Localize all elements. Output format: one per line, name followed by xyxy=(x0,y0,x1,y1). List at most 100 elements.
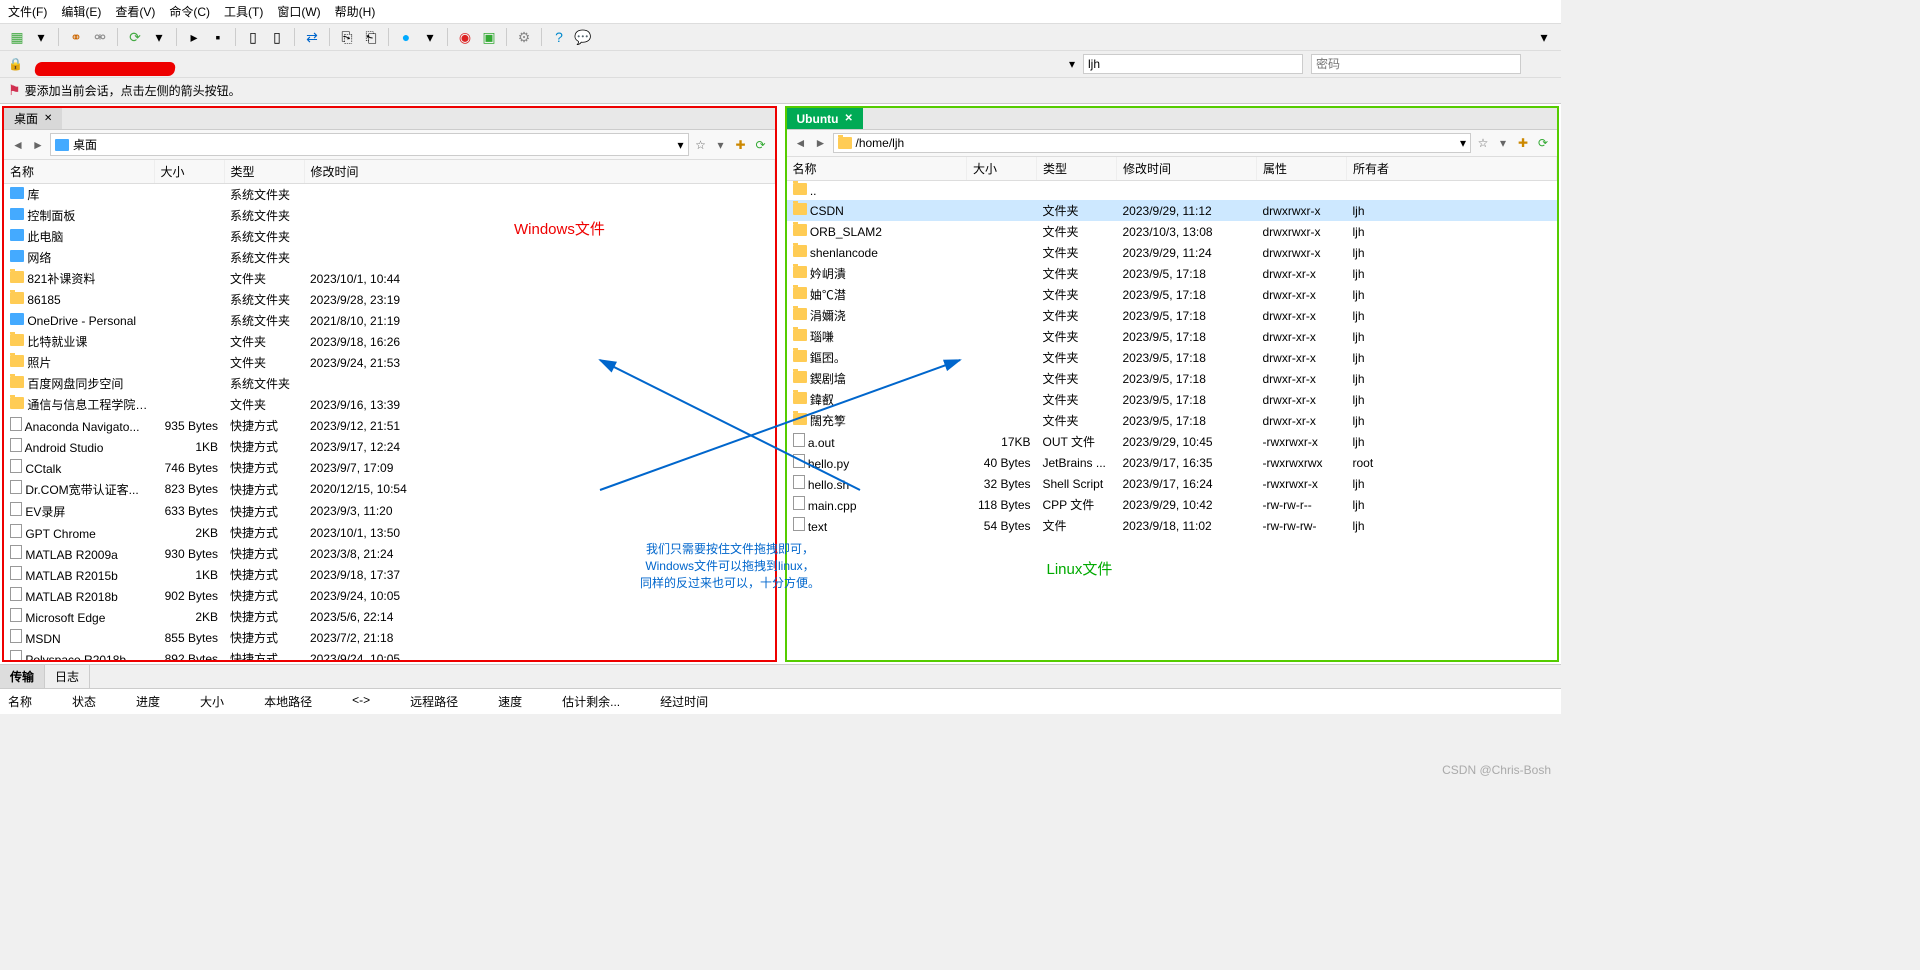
col-header[interactable]: 修改时间 xyxy=(1117,157,1257,181)
dropdown-icon[interactable]: ▾ xyxy=(32,28,50,46)
col-header[interactable]: 名称 xyxy=(4,160,154,184)
user-field[interactable] xyxy=(1083,54,1303,74)
star-icon[interactable]: ☆ xyxy=(1475,135,1491,151)
table-row[interactable]: 瑙嗛文件夹2023/9/5, 17:18drwxr-xr-xljh xyxy=(787,326,1557,347)
globe-icon[interactable]: ● xyxy=(397,28,415,46)
col-header[interactable]: 属性 xyxy=(1257,157,1347,181)
overflow-icon[interactable]: ▾ xyxy=(1535,28,1553,46)
table-row[interactable]: 妗岄潰文件夹2023/9/5, 17:18drwxr-xr-xljh xyxy=(787,263,1557,284)
table-row[interactable]: Android Studio1KB快捷方式2023/9/17, 12:24 xyxy=(4,436,774,457)
col-header[interactable]: 修改时间 xyxy=(304,160,774,184)
fav-dd-icon[interactable]: ▾ xyxy=(713,137,729,153)
fav-dd-icon[interactable]: ▾ xyxy=(1495,135,1511,151)
table-row[interactable]: ORB_SLAM2文件夹2023/10/3, 13:08drwxrwxr-xlj… xyxy=(787,221,1557,242)
table-row[interactable]: MATLAB R2018b902 Bytes快捷方式2023/9/24, 10:… xyxy=(4,585,774,606)
table-row[interactable]: Polyspace R2018b892 Bytes快捷方式2023/9/24, … xyxy=(4,648,774,660)
close-icon[interactable]: ✕ xyxy=(44,113,52,124)
table-row[interactable]: text54 Bytes文件2023/9/18, 11:02-rw-rw-rw-… xyxy=(787,515,1557,536)
table-row[interactable]: 鍏叡文件夹2023/9/5, 17:18drwxr-xr-xljh xyxy=(787,389,1557,410)
col-header[interactable]: 大小 xyxy=(154,160,224,184)
col-header[interactable]: 大小 xyxy=(967,157,1037,181)
back-icon[interactable]: ◄ xyxy=(10,137,26,153)
menu-item[interactable]: 编辑(E) xyxy=(61,3,101,20)
table-row[interactable]: 网络系统文件夹 xyxy=(4,247,774,268)
menu-item[interactable]: 帮助(H) xyxy=(335,3,376,20)
table-row[interactable]: 妯℃澘文件夹2023/9/5, 17:18drwxr-xr-xljh xyxy=(787,284,1557,305)
table-row[interactable]: shenlancode文件夹2023/9/29, 11:24drwxrwxr-x… xyxy=(787,242,1557,263)
play-icon[interactable]: ▸ xyxy=(185,28,203,46)
green-icon[interactable]: ▣ xyxy=(480,28,498,46)
table-row[interactable]: 控制面板系统文件夹 xyxy=(4,205,774,226)
table-row[interactable]: main.cpp118 BytesCPP 文件2023/9/29, 10:42-… xyxy=(787,494,1557,515)
table-row[interactable]: 照片文件夹2023/9/24, 21:53 xyxy=(4,352,774,373)
menu-item[interactable]: 工具(T) xyxy=(224,3,263,20)
pass-field[interactable] xyxy=(1311,54,1521,74)
newf-icon[interactable]: ✚ xyxy=(1515,135,1531,151)
fwd-icon[interactable]: ► xyxy=(30,137,46,153)
col-header[interactable]: 类型 xyxy=(224,160,304,184)
remote-list[interactable]: 名称大小类型修改时间属性所有者 .. CSDN文件夹2023/9/29, 11:… xyxy=(787,157,1558,660)
table-row[interactable]: Dr.COM宽带认证客...823 Bytes快捷方式2020/12/15, 1… xyxy=(4,478,774,500)
newf-icon[interactable]: ✚ xyxy=(733,137,749,153)
table-row[interactable]: MSDN855 Bytes快捷方式2023/7/2, 21:18 xyxy=(4,627,774,648)
back-icon[interactable]: ◄ xyxy=(793,135,809,151)
table-row[interactable]: 闊充箰文件夹2023/9/5, 17:18drwxr-xr-xljh xyxy=(787,410,1557,431)
tab-transfer[interactable]: 传输 xyxy=(0,665,45,688)
table-row[interactable]: MATLAB R2015b1KB快捷方式2023/9/18, 17:37 xyxy=(4,564,774,585)
gear-icon[interactable]: ⚙ xyxy=(515,28,533,46)
sync-icon[interactable]: ⇄ xyxy=(303,28,321,46)
help-icon[interactable]: ? xyxy=(550,28,568,46)
table-row[interactable]: hello.py40 BytesJetBrains ...2023/9/17, … xyxy=(787,452,1557,473)
table-row[interactable]: 鏂囨。文件夹2023/9/5, 17:18drwxr-xr-xljh xyxy=(787,347,1557,368)
table-row[interactable]: 通信与信息工程学院-...文件夹2023/9/16, 13:39 xyxy=(4,394,774,415)
refresh-icon[interactable]: ⟳ xyxy=(1535,135,1551,151)
table-row[interactable]: EV录屏633 Bytes快捷方式2023/9/3, 11:20 xyxy=(4,500,774,522)
red-icon[interactable]: ◉ xyxy=(456,28,474,46)
col-header[interactable]: 名称 xyxy=(787,157,967,181)
local-tab[interactable]: 桌面✕ xyxy=(4,108,62,129)
copy-icon[interactable]: ⎘ xyxy=(338,28,356,46)
table-row[interactable]: .. xyxy=(787,181,1557,201)
col-header[interactable]: 所有者 xyxy=(1347,157,1557,181)
table-row[interactable]: 821补课资料文件夹2023/10/1, 10:44 xyxy=(4,268,774,289)
table-row[interactable]: 比特就业课文件夹2023/9/18, 16:26 xyxy=(4,331,774,352)
tab-log[interactable]: 日志 xyxy=(45,665,90,688)
close-icon[interactable]: ✕ xyxy=(844,113,852,124)
local-list[interactable]: 名称大小类型修改时间 库系统文件夹 控制面板系统文件夹 此电脑系统文件夹 网络系… xyxy=(4,160,775,660)
table-row[interactable]: GPT Chrome2KB快捷方式2023/10/1, 13:50 xyxy=(4,522,774,543)
link-icon[interactable]: ⚭ xyxy=(67,28,85,46)
table-row[interactable]: 库系统文件夹 xyxy=(4,184,774,206)
menu-item[interactable]: 窗口(W) xyxy=(277,3,320,20)
paste-icon[interactable]: ⎗ xyxy=(362,28,380,46)
table-row[interactable]: 86185系统文件夹2023/9/28, 23:19 xyxy=(4,289,774,310)
menu-item[interactable]: 查看(V) xyxy=(115,3,155,20)
table-row[interactable]: 此电脑系统文件夹 xyxy=(4,226,774,247)
table-row[interactable]: CSDN文件夹2023/9/29, 11:12drwxrwxr-xljh xyxy=(787,200,1557,221)
remote-tab[interactable]: Ubuntu✕ xyxy=(787,108,863,129)
table-row[interactable]: 百度网盘同步空间系统文件夹 xyxy=(4,373,774,394)
table-row[interactable]: hello.sh32 BytesShell Script2023/9/17, 1… xyxy=(787,473,1557,494)
chat-icon[interactable]: 💬 xyxy=(574,28,592,46)
local-path[interactable]: 桌面 ▾ xyxy=(50,133,689,156)
dropdown2-icon[interactable]: ▾ xyxy=(150,28,168,46)
chevron-down-icon[interactable]: ▾ xyxy=(677,138,683,152)
table-row[interactable]: Anaconda Navigato...935 Bytes快捷方式2023/9/… xyxy=(4,415,774,436)
table-row[interactable]: Microsoft Edge2KB快捷方式2023/5/6, 22:14 xyxy=(4,606,774,627)
col-header[interactable]: 类型 xyxy=(1037,157,1117,181)
stop-icon[interactable]: ▪ xyxy=(209,28,227,46)
new-icon[interactable]: ▦ xyxy=(8,28,26,46)
table-row[interactable]: CCtalk746 Bytes快捷方式2023/9/7, 17:09 xyxy=(4,457,774,478)
refresh-icon[interactable]: ⟳ xyxy=(753,137,769,153)
doc2-icon[interactable]: ▯ xyxy=(268,28,286,46)
table-row[interactable]: 涓嬭浇文件夹2023/9/5, 17:18drwxr-xr-xljh xyxy=(787,305,1557,326)
table-row[interactable]: a.out17KBOUT 文件2023/9/29, 10:45-rwxrwxr-… xyxy=(787,431,1557,452)
table-row[interactable]: OneDrive - Personal系统文件夹2021/8/10, 21:19 xyxy=(4,310,774,331)
doc-icon[interactable]: ▯ xyxy=(244,28,262,46)
table-row[interactable]: 鍥剧墖文件夹2023/9/5, 17:18drwxr-xr-xljh xyxy=(787,368,1557,389)
menu-item[interactable]: 文件(F) xyxy=(8,3,47,20)
fwd-icon[interactable]: ► xyxy=(813,135,829,151)
refresh-icon[interactable]: ⟳ xyxy=(126,28,144,46)
chevron-down-icon[interactable]: ▾ xyxy=(1069,57,1075,71)
table-row[interactable]: MATLAB R2009a930 Bytes快捷方式2023/3/8, 21:2… xyxy=(4,543,774,564)
unlink-icon[interactable]: ⚮ xyxy=(91,28,109,46)
